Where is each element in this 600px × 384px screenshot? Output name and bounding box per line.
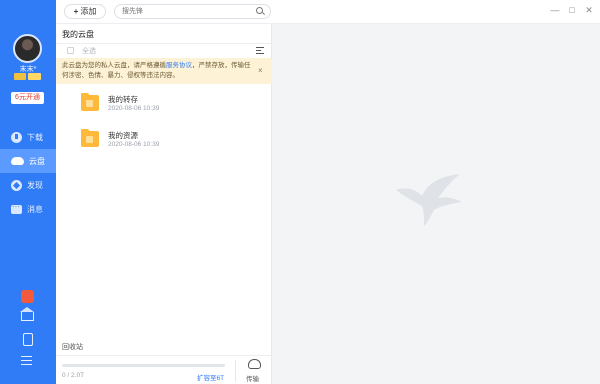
service-agreement-link[interactable]: 服务协议 (166, 62, 192, 69)
thunder-bird-logo-icon (396, 174, 462, 226)
sort-icon[interactable] (256, 47, 264, 54)
maximize-button[interactable]: □ (567, 5, 577, 17)
expand-storage-link[interactable]: 扩容至6T (197, 372, 224, 382)
add-button-label: 添加 (80, 7, 97, 16)
menu-icon[interactable] (21, 356, 32, 365)
svip-badge-icon (28, 73, 41, 80)
vip-badges (14, 73, 41, 80)
list-item[interactable]: 我的资源 2020-08-06 10:39 (56, 126, 272, 158)
top-bar: +添加 — □ ✕ (56, 0, 600, 24)
close-button[interactable]: ✕ (584, 5, 594, 17)
storage-usage-text: 0 / 2.0T (62, 372, 85, 379)
storage-progress-bar (62, 364, 225, 367)
minimize-button[interactable]: — (550, 5, 560, 17)
close-icon[interactable]: × (258, 66, 263, 76)
folder-icon (81, 93, 99, 111)
sidebar: 末末* 6元开通 下载 云盘 发现 消息 (0, 0, 56, 384)
sidebar-item-cloud[interactable]: 云盘 (0, 149, 56, 173)
storage-footer: 0 / 2.0T 扩容至6T 传输 (56, 355, 272, 384)
download-icon (11, 131, 22, 143)
list-item[interactable]: 我的转存 2020-08-06 10:39 (56, 90, 272, 122)
sidebar-item-message[interactable]: 消息 (0, 197, 56, 221)
discover-icon (11, 179, 22, 191)
notice-banner: 此云盘为您的私人云盘，请严格遵循服务协议，严禁存放，传输任何涉密、色情、暴力、侵… (56, 58, 272, 84)
sidebar-item-label: 消息 (27, 204, 43, 214)
cloud-icon (11, 157, 24, 165)
app-window: 末末* 6元开通 下载 云盘 发现 消息 +添加 (0, 0, 600, 384)
message-icon (11, 202, 22, 214)
select-all-label[interactable]: 全选 (82, 46, 96, 56)
sidebar-item-discover[interactable]: 发现 (0, 173, 56, 197)
add-button[interactable]: + 添加 (64, 4, 106, 19)
sidebar-item-label: 下载 (27, 132, 43, 142)
vip-badge-icon (14, 73, 26, 80)
gift-icon[interactable] (21, 290, 34, 303)
sidebar-item-label: 云盘 (29, 156, 45, 166)
file-date: 2020-08-06 10:39 (108, 141, 160, 148)
plus-icon: + (73, 7, 79, 16)
sidebar-item-download[interactable]: 下载 (0, 125, 56, 149)
cloud-file-panel: 我的云盘 全选 此云盘为您的私人云盘，请严格遵循服务协议，严禁存放，传输任何涉密… (56, 24, 272, 384)
divider (235, 360, 236, 382)
sidebar-item-label: 发现 (27, 180, 43, 190)
crown-icon[interactable] (20, 307, 34, 321)
file-name: 我的转存 (108, 95, 138, 104)
folder-icon (81, 129, 99, 147)
phone-icon[interactable] (23, 333, 33, 346)
search-input[interactable] (114, 4, 271, 19)
open-vip-button[interactable]: 6元开通 (11, 92, 44, 104)
notice-text: 此云盘为您的私人云盘，请严格遵循 (62, 62, 166, 69)
page-title: 我的云盘 (62, 30, 94, 39)
search-icon[interactable] (256, 7, 263, 14)
avatar[interactable] (13, 34, 42, 63)
file-date: 2020-08-06 10:39 (108, 105, 160, 112)
recycle-bin-link[interactable]: 回收站 (62, 342, 83, 352)
transfer-label[interactable]: 传输 (246, 373, 259, 383)
preview-area (272, 24, 600, 384)
file-name: 我的资源 (108, 131, 138, 140)
select-all-checkbox[interactable] (67, 47, 74, 54)
transfer-cloud-icon[interactable] (248, 359, 261, 369)
select-row: 全选 (56, 43, 272, 57)
